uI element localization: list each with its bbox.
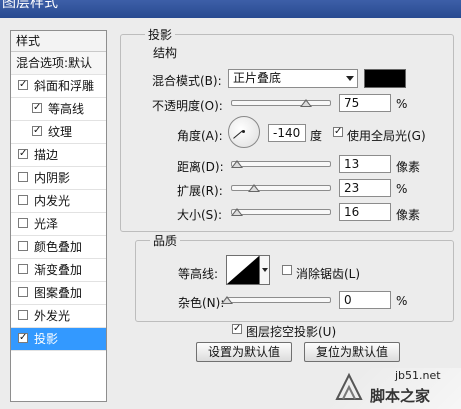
opacity-unit: % [396, 97, 408, 111]
blend-mode-value: 正片叠底 [233, 71, 282, 85]
opacity-slider[interactable] [231, 100, 331, 106]
style-item[interactable]: 光泽 [11, 213, 106, 236]
style-item-checkbox[interactable]: ✓ [18, 80, 28, 90]
style-item-checkbox[interactable] [18, 218, 28, 228]
size-unit: 像素 [396, 208, 421, 222]
style-item-label: 投影 [34, 332, 59, 346]
watermark-url: jb51.net [395, 369, 441, 382]
noise-unit: % [396, 294, 408, 308]
window-titlebar: 图层样式 [0, 0, 461, 18]
style-item-label: 描边 [34, 148, 59, 162]
style-item-label: 颜色叠加 [34, 240, 83, 254]
styles-list: 样式 混合选项:默认 ✓ 斜面和浮雕 ✓ 等高线 ✓ 纹理 ✓ 描边内阴影内发光光泽颜色叠加渐… [10, 30, 107, 402]
contour-preview[interactable] [226, 255, 260, 285]
shadow-color-swatch[interactable] [364, 69, 406, 88]
style-item[interactable]: ✓ 等高线 [11, 98, 106, 121]
angle-dial[interactable] [228, 116, 260, 148]
style-item-checkbox[interactable] [18, 172, 28, 182]
style-item-label: 内阴影 [34, 171, 71, 185]
style-item[interactable]: 内阴影 [11, 167, 106, 190]
blend-mode-dropdown[interactable]: 正片叠底 [228, 69, 358, 88]
angle-label: 角度(A): [177, 129, 223, 143]
antialias-checkbox[interactable] [282, 265, 292, 275]
spread-slider[interactable] [231, 185, 331, 191]
opacity-slider-thumb[interactable] [300, 99, 312, 107]
style-item[interactable]: ✓ 纹理 [11, 121, 106, 144]
style-item[interactable]: ✓ 描边 [11, 144, 106, 167]
style-item-label: 斜面和浮雕 [34, 79, 95, 93]
style-item-label: 内发光 [34, 194, 71, 208]
size-input[interactable]: 16 [339, 203, 391, 221]
antialias-label[interactable]: 消除锯齿(L) [296, 265, 360, 282]
noise-slider[interactable] [227, 297, 331, 303]
watermark-text: 脚本之家 [370, 387, 431, 405]
spread-slider-thumb[interactable] [248, 184, 260, 192]
section-title: 投影 [145, 26, 176, 43]
style-item-label: 外发光 [34, 309, 71, 323]
spread-label: 扩展(R): [177, 184, 223, 198]
size-slider-thumb[interactable] [231, 208, 243, 216]
style-item[interactable]: 外发光 [11, 305, 106, 328]
style-item-checkbox[interactable] [18, 310, 28, 320]
style-item[interactable]: 颜色叠加 [11, 236, 106, 259]
angle-input[interactable]: -140 [268, 124, 306, 142]
style-item[interactable]: ✓ 投影 [11, 328, 106, 351]
style-item-label: 光泽 [34, 217, 59, 231]
distance-unit: 像素 [396, 160, 421, 174]
style-item-label: 图案叠加 [34, 286, 83, 300]
knockout-label[interactable]: 图层挖空投影(U) [246, 323, 336, 340]
angle-unit: 度 [310, 129, 323, 143]
noise-label: 杂色(N): [178, 296, 225, 310]
spread-unit: % [396, 182, 408, 196]
make-default-button[interactable]: 设置为默认值 [196, 342, 292, 362]
quality-title: 品质 [150, 232, 181, 249]
style-item-checkbox[interactable]: ✓ [18, 149, 28, 159]
size-label: 大小(S): [177, 208, 223, 222]
noise-slider-thumb[interactable] [221, 296, 233, 304]
angle-dial-center [242, 130, 245, 133]
spread-input[interactable]: 23 [339, 179, 391, 197]
window-title: 图层样式 [2, 0, 58, 11]
style-item-label: 纹理 [48, 125, 73, 139]
distance-input[interactable]: 13 [339, 155, 391, 173]
style-item-label: 渐变叠加 [34, 263, 83, 277]
watermark-logo-icon [335, 372, 363, 400]
style-item-checkbox[interactable] [18, 264, 28, 274]
style-item[interactable]: 渐变叠加 [11, 259, 106, 282]
style-item-checkbox[interactable]: ✓ [32, 103, 42, 113]
style-item[interactable]: ✓ 斜面和浮雕 [11, 75, 106, 98]
styles-header[interactable]: 样式 [11, 31, 106, 52]
global-light-label[interactable]: 使用全局光(G) [347, 127, 426, 144]
style-item[interactable]: 内发光 [11, 190, 106, 213]
distance-slider[interactable] [231, 161, 331, 167]
opacity-input[interactable]: 75 [339, 94, 391, 112]
noise-input[interactable]: 0 [339, 291, 391, 309]
blend-mode-label: 混合模式(B): [152, 74, 222, 88]
contour-label: 等高线: [178, 267, 219, 281]
style-item-checkbox[interactable] [18, 287, 28, 297]
blend-options-item[interactable]: 混合选项:默认 [11, 52, 106, 75]
chevron-down-icon [346, 76, 354, 81]
reset-default-button[interactable]: 复位为默认值 [304, 342, 400, 362]
style-item-checkbox[interactable]: ✓ [32, 126, 42, 136]
style-item-label: 等高线 [48, 102, 85, 116]
contour-curve-icon [227, 256, 259, 284]
size-slider[interactable] [231, 209, 331, 215]
opacity-label: 不透明度(O): [152, 99, 223, 113]
distance-slider-thumb[interactable] [231, 160, 243, 168]
style-item-checkbox[interactable] [18, 195, 28, 205]
global-light-checkbox[interactable]: ✓ [333, 127, 343, 137]
style-item-checkbox[interactable] [18, 241, 28, 251]
style-item-checkbox[interactable]: ✓ [18, 333, 28, 343]
structure-title: 结构 [150, 44, 181, 61]
distance-label: 距离(D): [177, 160, 224, 174]
contour-dropdown[interactable] [260, 255, 270, 285]
style-item[interactable]: 图案叠加 [11, 282, 106, 305]
knockout-checkbox[interactable]: ✓ [232, 324, 242, 334]
